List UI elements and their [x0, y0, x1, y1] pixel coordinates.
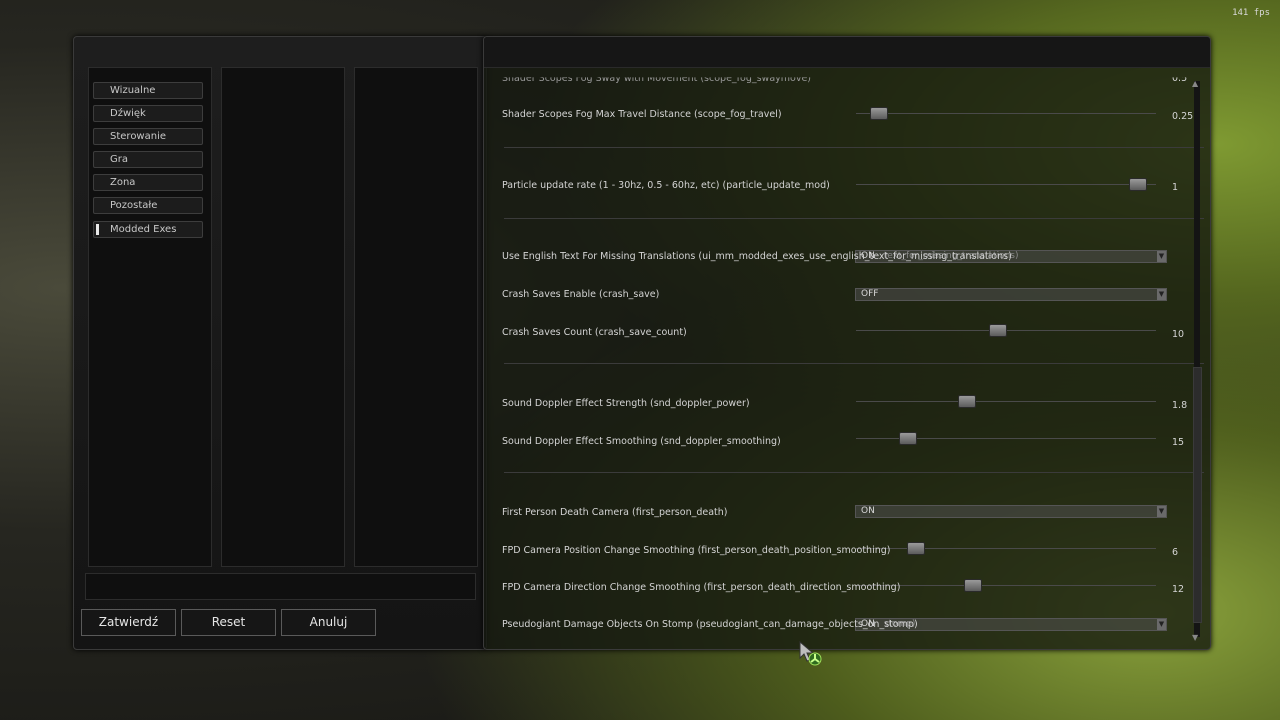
confirm-button[interactable]: Zatwierdź	[81, 609, 176, 636]
slider-track	[856, 585, 1156, 586]
radiation-cursor-icon	[799, 641, 822, 666]
chevron-down-icon: ▼	[1157, 251, 1166, 262]
slider-thumb[interactable]	[870, 107, 889, 120]
slider-thumb[interactable]	[1128, 178, 1147, 191]
sidebar-item-modded-exes[interactable]: Modded Exes	[93, 221, 203, 238]
slider-thumb[interactable]	[963, 579, 982, 592]
chevron-down-icon: ▼	[1157, 289, 1166, 300]
slider-track	[856, 184, 1156, 185]
sidebar-item-wizualne[interactable]: Wizualne	[93, 82, 203, 99]
subcategory-column-2	[354, 67, 478, 567]
option-value: 15	[1172, 437, 1185, 448]
dropdown-value: ON	[861, 506, 875, 516]
option-label: Shader Scopes Fog Max Travel Distance (s…	[502, 109, 782, 120]
option-label: FPD Camera Direction Change Smoothing (f…	[502, 582, 901, 593]
chevron-down-icon: ▼	[1157, 506, 1166, 517]
option-label: FPD Camera Position Change Smoothing (fi…	[502, 545, 891, 556]
divider	[504, 472, 1204, 473]
scrollbar-thumb[interactable]	[1193, 367, 1202, 623]
settings-category-panel: Wizualne Dźwięk Sterowanie Gra Zona Pozo…	[73, 36, 487, 650]
option-label: Crash Saves Enable (crash_save)	[502, 289, 660, 300]
sidebar-item-pozostale[interactable]: Pozostałe	[93, 197, 203, 214]
scroll-up-icon[interactable]: ▲	[1192, 79, 1198, 88]
option-label: Shader Scopes Fog Sway with Movement (sc…	[502, 73, 812, 84]
dropdown-value: OFF	[861, 289, 879, 299]
reset-button[interactable]: Reset	[181, 609, 276, 636]
option-label: Use English Text For Missing Translation…	[502, 251, 1012, 262]
scroll-down-icon[interactable]: ▼	[1192, 633, 1198, 642]
option-value: 1	[1172, 182, 1179, 193]
option-value: 0.25	[1172, 111, 1194, 122]
hint-bar	[85, 573, 476, 600]
dropdown-first-person-death[interactable]: ON ▼	[855, 505, 1167, 518]
fps-counter: 141 fps	[1232, 8, 1270, 18]
sidebar-item-dzwiek[interactable]: Dźwięk	[93, 105, 203, 122]
options-header	[484, 37, 1210, 68]
slider-track	[856, 401, 1156, 402]
option-value: 10	[1172, 329, 1185, 340]
slider-thumb[interactable]	[989, 324, 1008, 337]
divider	[504, 147, 1204, 148]
option-value: 0.5	[1172, 73, 1188, 84]
divider	[504, 218, 1204, 219]
chevron-down-icon: ▼	[1157, 619, 1166, 630]
category-column: Wizualne Dźwięk Sterowanie Gra Zona Pozo…	[88, 67, 212, 567]
option-value: 6	[1172, 547, 1179, 558]
option-value: 12	[1172, 584, 1185, 595]
slider-thumb[interactable]	[958, 395, 977, 408]
slider-thumb[interactable]	[907, 542, 926, 555]
slider-thumb[interactable]	[898, 432, 917, 445]
sidebar-item-sterowanie[interactable]: Sterowanie	[93, 128, 203, 145]
cancel-button[interactable]: Anuluj	[281, 609, 376, 636]
subcategory-column	[221, 67, 345, 567]
sidebar-item-gra[interactable]: Gra	[93, 151, 203, 168]
dropdown-crash-save[interactable]: OFF ▼	[855, 288, 1167, 301]
option-label: Sound Doppler Effect Strength (snd_doppl…	[502, 398, 750, 409]
divider	[504, 363, 1204, 364]
option-value: 1.8	[1172, 400, 1188, 411]
slider-track	[856, 113, 1156, 114]
slider-track	[856, 548, 1156, 549]
option-label: First Person Death Camera (first_person_…	[502, 507, 728, 518]
option-label: Sound Doppler Effect Smoothing (snd_dopp…	[502, 436, 781, 447]
option-label: Crash Saves Count (crash_save_count)	[502, 327, 687, 338]
sidebar-item-zona[interactable]: Zona	[93, 174, 203, 191]
settings-options-panel: Shader Scopes Fog Sway with Movement (sc…	[483, 36, 1211, 650]
option-label: Particle update rate (1 - 30hz, 0.5 - 60…	[502, 180, 830, 191]
option-label: Pseudogiant Damage Objects On Stomp (pse…	[502, 619, 918, 630]
